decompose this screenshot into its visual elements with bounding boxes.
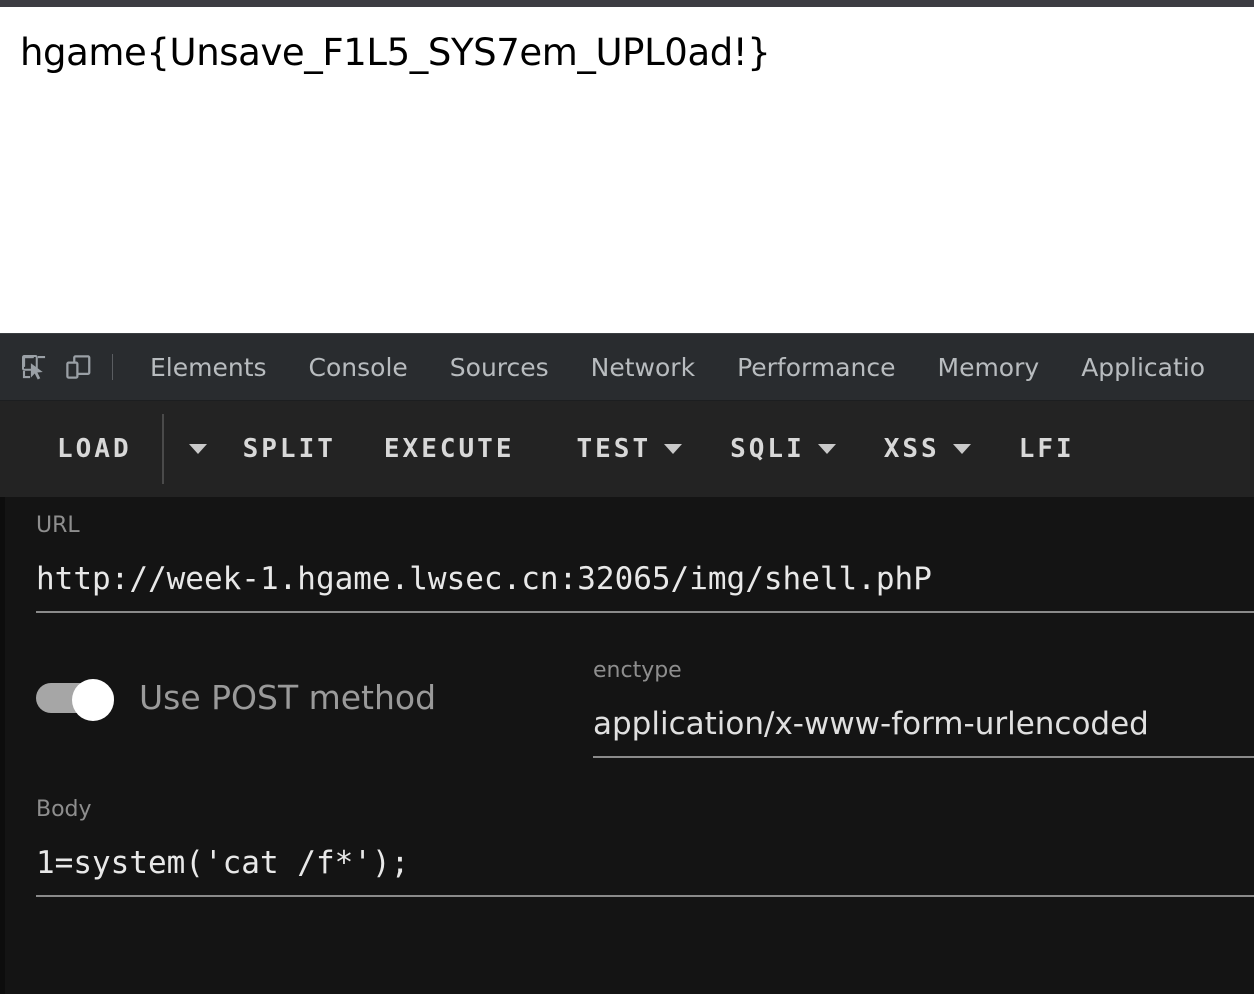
toggle-knob: [72, 679, 114, 721]
load-button[interactable]: LOAD: [57, 436, 132, 462]
xss-label: XSS: [883, 434, 940, 464]
tab-network[interactable]: Network: [570, 355, 716, 380]
sqli-label: SQLI: [730, 434, 805, 464]
enctype-label: enctype: [593, 658, 682, 683]
hackbar-toolbar: LOAD SPLIT EXECUTE TEST SQLI XSS LFI: [0, 401, 1254, 497]
post-method-row[interactable]: Use POST method: [36, 677, 437, 721]
enctype-underline: [593, 756, 1254, 758]
toolbar-divider: [112, 354, 113, 380]
xss-dropdown-button[interactable]: XSS: [884, 436, 971, 462]
url-input[interactable]: http://week-1.hgame.lwsec.cn:32065/img/s…: [36, 564, 1254, 595]
sqli-dropdown-button[interactable]: SQLI: [730, 436, 836, 462]
hackbar-panel: URL http://week-1.hgame.lwsec.cn:32065/i…: [0, 497, 1254, 994]
load-dropdown-button[interactable]: [176, 444, 207, 454]
test-label: TEST: [576, 434, 652, 464]
url-underline: [36, 611, 1254, 613]
enctype-field-group: enctype application/x-www-form-urlencode…: [593, 660, 1254, 758]
chevron-down-icon: [817, 444, 836, 454]
page-content-area: hgame{Unsave_F1L5_SYS7em_UPL0ad!}: [0, 7, 1254, 333]
lfi-dropdown-button[interactable]: LFI: [1019, 436, 1075, 462]
body-label: Body: [36, 797, 92, 822]
url-label: URL: [36, 513, 80, 538]
tab-sources[interactable]: Sources: [429, 355, 570, 380]
body-input[interactable]: 1=system('cat /f*');: [36, 848, 1254, 879]
body-underline: [36, 895, 1254, 897]
chevron-down-icon: [664, 444, 683, 454]
enctype-input[interactable]: application/x-www-form-urlencoded: [593, 709, 1254, 740]
url-field-group: URL http://week-1.hgame.lwsec.cn:32065/i…: [36, 515, 1254, 613]
tab-elements[interactable]: Elements: [129, 355, 288, 380]
device-toolbar-icon[interactable]: [56, 345, 100, 389]
load-divider: [161, 414, 164, 484]
execute-button[interactable]: EXECUTE: [384, 436, 515, 462]
tab-application[interactable]: Applicatio: [1060, 355, 1226, 380]
tab-console[interactable]: Console: [288, 355, 429, 380]
body-field-group: Body 1=system('cat /f*');: [36, 799, 1254, 897]
tab-performance[interactable]: Performance: [716, 355, 916, 380]
devtools-tab-bar: Elements Console Sources Network Perform…: [0, 333, 1254, 401]
use-post-method-label: Use POST method: [139, 677, 437, 717]
inspect-element-icon[interactable]: [12, 345, 56, 389]
browser-top-strip: [0, 0, 1254, 7]
split-button[interactable]: SPLIT: [243, 436, 336, 462]
chevron-down-icon: [188, 444, 207, 454]
use-post-method-toggle[interactable]: [36, 679, 114, 721]
tab-memory[interactable]: Memory: [917, 355, 1061, 380]
chevron-down-icon: [952, 444, 971, 454]
flag-output-text: hgame{Unsave_F1L5_SYS7em_UPL0ad!}: [20, 31, 771, 74]
test-dropdown-button[interactable]: TEST: [576, 434, 683, 464]
